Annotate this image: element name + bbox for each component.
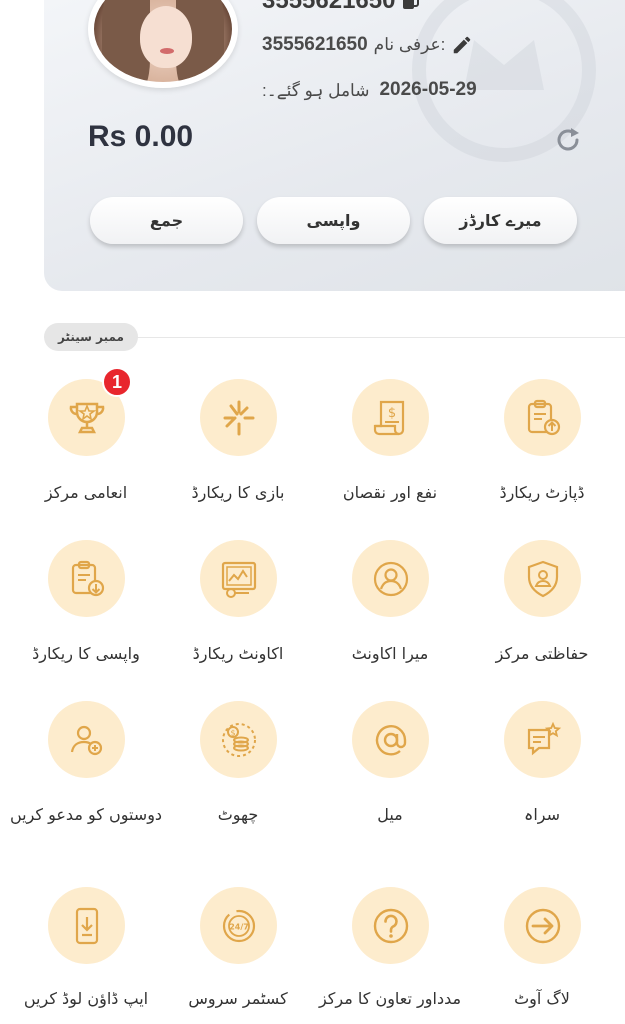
joined-date: 2026-05-29 — [379, 79, 477, 100]
avatar[interactable] — [88, 0, 238, 88]
menu-label: کسٹمر سروس — [188, 989, 288, 1008]
monitor-chart-icon — [200, 540, 277, 617]
refresh-icon[interactable] — [552, 124, 584, 156]
menu-label: مدداور تعاون کا مرکز — [318, 989, 462, 1008]
menu-label: میرا اکاونٹ — [351, 644, 429, 663]
svg-text:$: $ — [387, 406, 395, 421]
chat-star-icon — [504, 701, 581, 778]
notification-badge: 1 — [102, 367, 132, 397]
joined-label: :شامل ہو گئے۔ — [262, 80, 370, 100]
user-id: 3555621650 — [262, 0, 396, 14]
user-add-icon — [48, 701, 125, 778]
nickname-row: 3555621650 عرفی نام: — [262, 30, 473, 60]
menu-label: نفع اور نقصان — [342, 483, 438, 502]
withdraw-button[interactable]: واپسی — [257, 197, 410, 244]
user-circle-icon — [352, 540, 429, 617]
menu-label: ڈپازٹ ریکارڈ — [499, 483, 585, 502]
joined-row: :شامل ہو گئے۔ 2026-05-29 — [262, 76, 477, 104]
nickname-value: 3555621650 — [262, 34, 368, 55]
deposit-button[interactable]: جمع — [90, 197, 243, 244]
question-circle-icon — [352, 887, 429, 964]
menu-label: چھوٹ — [217, 805, 259, 824]
clipboard-download-icon — [48, 540, 125, 617]
clipboard-upload-icon — [504, 379, 581, 456]
svg-text:$: $ — [230, 728, 235, 737]
nickname-label: عرفی نام: — [373, 35, 446, 54]
svg-text:24/7: 24/7 — [229, 922, 249, 931]
support-24-7-icon: 24/7 — [200, 887, 277, 964]
menu-label: انعامی مرکز — [44, 483, 128, 502]
section-title: ممبر سینٹر — [44, 323, 138, 351]
receipt-dollar-icon: $ — [352, 379, 429, 456]
copy-icon[interactable] — [401, 0, 421, 11]
wallet-actions: جمع واپسی میرے کارڈز — [90, 197, 577, 244]
edit-pencil-icon[interactable] — [451, 34, 473, 56]
user-id-row: 3555621650 — [262, 0, 421, 16]
menu-label: ایپ ڈاؤن لوڈ کریں — [23, 989, 149, 1008]
menu-label: دوستوں کو مدعو کریں — [9, 805, 163, 824]
menu-label: حفاظتی مرکز — [495, 644, 589, 663]
menu-label: اکاونٹ ریکارڈ — [192, 644, 284, 663]
menu-label: واپسی کا ریکارڈ — [32, 644, 140, 663]
menu-label: سراہ — [523, 805, 561, 824]
menu-label: بازی کا ریکارڈ — [191, 483, 285, 502]
my-cards-button[interactable]: میرے کارڈز — [424, 197, 577, 244]
menu-label: میل — [377, 805, 403, 824]
coins-stack-icon: $ — [200, 701, 277, 778]
phone-download-icon — [48, 887, 125, 964]
sparkle-lines-icon — [200, 379, 277, 456]
balance-amount: Rs 0.00 — [88, 120, 194, 153]
shield-user-icon — [504, 540, 581, 617]
menu-label: لاگ آوٹ — [514, 989, 570, 1008]
at-sign-icon — [352, 701, 429, 778]
logout-arrow-icon — [504, 887, 581, 964]
